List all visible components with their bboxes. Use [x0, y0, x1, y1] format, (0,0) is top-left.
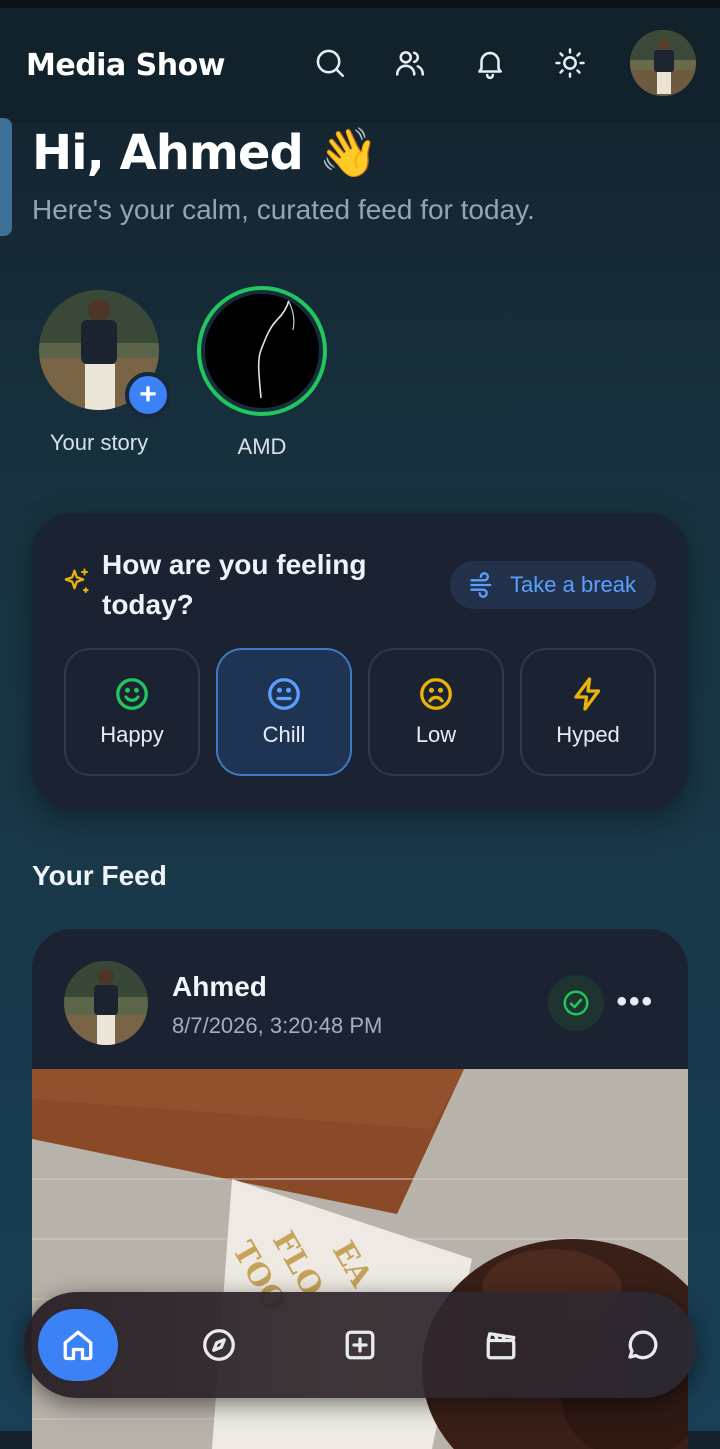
side-drawer-handle[interactable] — [0, 118, 12, 236]
mood-chill-button[interactable]: Chill — [216, 648, 352, 776]
lightning-icon — [574, 677, 601, 711]
profile-avatar[interactable] — [630, 30, 696, 96]
window-top-edge — [0, 0, 720, 8]
people-icon[interactable] — [390, 43, 430, 83]
mood-low-button[interactable]: Low — [368, 648, 504, 776]
post-author-name[interactable]: Ahmed — [172, 971, 267, 1003]
greeting-subtitle: Here's your calm, curated feed for today… — [32, 194, 535, 225]
bottom-navigation — [24, 1292, 696, 1398]
mood-question: How are you feeling today? — [102, 549, 367, 620]
wind-icon — [470, 572, 492, 598]
greeting-title: Hi, Ahmed 👋 — [32, 125, 378, 181]
take-a-break-button[interactable]: Take a break — [450, 561, 656, 609]
mood-hyped-button[interactable]: Hyped — [520, 648, 656, 776]
mood-label: Low — [415, 722, 457, 747]
home-icon[interactable] — [38, 1309, 118, 1381]
post-more-options-icon[interactable]: ••• — [616, 985, 654, 1019]
frown-icon — [420, 678, 452, 710]
post-timestamp: 8/7/2026, 3:20:48 PM — [172, 1013, 383, 1038]
take-a-break-label: Take a break — [510, 572, 636, 597]
story-label: AMD — [237, 434, 287, 459]
app-brand[interactable]: Media Show — [26, 48, 225, 83]
story-amd[interactable]: AMD — [197, 286, 327, 460]
bell-icon[interactable] — [470, 43, 510, 83]
app-header: Media Show — [0, 8, 720, 122]
clapperboard-icon[interactable] — [461, 1309, 541, 1381]
feed-title: Your Feed — [32, 860, 167, 891]
verified-check-icon — [548, 975, 604, 1031]
mood-options: Happy Chill Low Hyped — [64, 648, 672, 776]
story-avatar: + — [37, 288, 171, 418]
mood-happy-button[interactable]: Happy — [64, 648, 200, 776]
neutral-face-icon — [268, 678, 300, 710]
chat-icon[interactable] — [602, 1309, 682, 1381]
add-square-icon[interactable] — [320, 1309, 400, 1381]
search-icon[interactable] — [310, 43, 350, 83]
header-actions — [310, 30, 696, 96]
mood-check-card: How are you feeling today? Take a break … — [32, 513, 688, 809]
compass-icon[interactable] — [179, 1309, 259, 1381]
story-label: Your story — [49, 430, 149, 455]
mood-label: Chill — [262, 722, 306, 747]
mood-label: Happy — [100, 722, 164, 747]
add-story-plus-icon[interactable]: + — [125, 372, 171, 418]
post-author-avatar[interactable] — [64, 961, 148, 1045]
smile-icon — [116, 678, 148, 710]
story-avatar — [197, 286, 327, 416]
mood-label: Hyped — [556, 722, 620, 747]
story-your-story[interactable]: + Your story — [34, 288, 171, 456]
sun-icon[interactable] — [550, 43, 590, 83]
sparkle-icon — [64, 568, 89, 593]
